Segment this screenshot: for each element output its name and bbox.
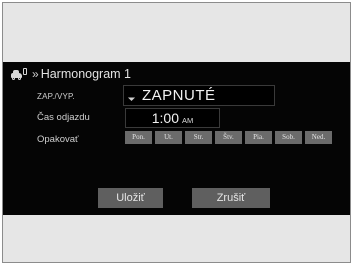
day-button-sun[interactable]: Ned. <box>305 131 332 144</box>
day-button-thu[interactable]: Štv. <box>215 131 242 144</box>
cancel-button[interactable]: Zrušiť <box>192 188 270 208</box>
screenshot-frame: » Harmonogram 1 ZAP./VYP. ZAPNUTÉ Čas od… <box>2 2 351 263</box>
day-button-mon[interactable]: Pon. <box>125 131 152 144</box>
departure-ampm: AM <box>182 116 194 125</box>
status-toggle-field[interactable]: ZAPNUTÉ <box>123 85 275 106</box>
repeat-days: Pon. Ut. Str. Štv. Pia. Sob. Ned. <box>125 131 332 144</box>
day-button-fri[interactable]: Pia. <box>245 131 272 144</box>
breadcrumb-chevron-icon: » <box>32 67 39 81</box>
status-value: ZAPNUTÉ <box>142 87 216 104</box>
departure-time-label: Čas odjazdu <box>37 112 90 123</box>
day-button-wed[interactable]: Str. <box>185 131 212 144</box>
departure-time-value: 1:00 <box>151 110 179 126</box>
corner-marker-icon <box>127 93 136 102</box>
page-title: Harmonogram 1 <box>40 67 132 81</box>
schedule-screen: » Harmonogram 1 ZAP./VYP. ZAPNUTÉ Čas od… <box>3 62 350 215</box>
day-button-tue[interactable]: Ut. <box>155 131 182 144</box>
repeat-label: Opakovať <box>37 134 79 145</box>
save-button[interactable]: Uložiť <box>98 188 163 208</box>
day-button-sat[interactable]: Sob. <box>275 131 302 144</box>
header: » Harmonogram 1 <box>11 66 131 82</box>
status-label: ZAP./VYP. <box>37 92 75 101</box>
ev-charging-car-icon <box>11 68 27 80</box>
departure-time-field[interactable]: 1:00 AM <box>125 108 220 128</box>
